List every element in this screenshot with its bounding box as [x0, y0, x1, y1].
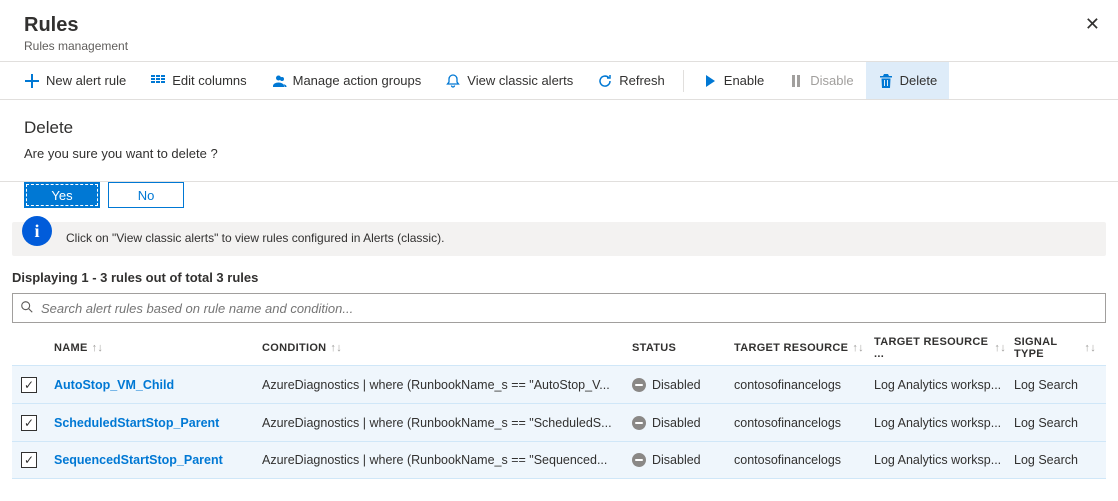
confirm-dialog: Delete Are you sure you want to delete ?	[0, 100, 1118, 182]
row-target-resource-type: Log Analytics worksp...	[874, 416, 1014, 430]
toolbar-label: Delete	[900, 73, 938, 88]
info-icon: i	[22, 216, 52, 246]
row-condition: AzureDiagnostics | where (RunbookName_s …	[262, 416, 632, 430]
table-row[interactable]: ScheduledStartStop_ParentAzureDiagnostic…	[12, 403, 1106, 441]
column-signal-type[interactable]: SIGNAL TYPE ↑↓	[1014, 336, 1104, 360]
no-button[interactable]: No	[108, 182, 184, 208]
row-target-resource: contosofinancelogs	[734, 453, 874, 467]
search-input[interactable]	[12, 293, 1106, 323]
row-status: Disabled	[632, 453, 734, 467]
dialog-message: Are you sure you want to delete ?	[24, 146, 1094, 161]
row-checkbox[interactable]	[21, 415, 37, 431]
search-wrap	[12, 293, 1106, 323]
row-checkbox-cell	[12, 452, 54, 468]
sort-icon: ↑↓	[994, 342, 1006, 354]
refresh-icon	[597, 73, 613, 89]
column-label: TARGET RESOURCE	[734, 342, 848, 354]
row-checkbox[interactable]	[21, 452, 37, 468]
columns-icon	[150, 73, 166, 89]
dialog-actions: Yes No	[0, 182, 1118, 222]
row-status: Disabled	[632, 416, 734, 430]
column-label: TARGET RESOURCE ...	[874, 336, 990, 360]
row-condition: AzureDiagnostics | where (RunbookName_s …	[262, 453, 632, 467]
column-condition[interactable]: CONDITION ↑↓	[262, 342, 632, 354]
manage-action-groups-button[interactable]: Manage action groups	[259, 62, 434, 99]
plus-icon	[24, 73, 40, 89]
page-title: Rules	[24, 14, 1094, 37]
trash-icon	[878, 73, 894, 89]
table-header: NAME ↑↓ CONDITION ↑↓ STATUS TARGET RESOURC…	[12, 331, 1106, 365]
edit-columns-button[interactable]: Edit columns	[138, 62, 258, 99]
disable-button: Disable	[776, 62, 865, 99]
table-row[interactable]: AutoStop_VM_ChildAzureDiagnostics | wher…	[12, 365, 1106, 403]
toolbar-label: Edit columns	[172, 73, 246, 88]
close-icon: ✕	[1085, 14, 1100, 34]
column-label: SIGNAL TYPE	[1014, 336, 1080, 360]
toolbar-label: View classic alerts	[467, 73, 573, 88]
toolbar-label: Enable	[724, 73, 764, 88]
close-button[interactable]: ✕	[1085, 14, 1100, 35]
people-icon	[271, 73, 287, 89]
dialog-title: Delete	[24, 118, 1094, 138]
row-signal-type: Log Search	[1014, 416, 1104, 430]
column-status[interactable]: STATUS	[632, 342, 734, 354]
toolbar-label: New alert rule	[46, 73, 126, 88]
info-text: Click on "View classic alerts" to view r…	[66, 231, 444, 245]
status-text: Disabled	[652, 378, 701, 392]
page-subtitle: Rules management	[24, 39, 1094, 53]
results-count: Displaying 1 - 3 rules out of total 3 ru…	[0, 270, 1118, 293]
sort-icon: ↑↓	[330, 342, 342, 354]
row-checkbox-cell	[12, 377, 54, 393]
disabled-status-icon	[632, 416, 646, 430]
pause-icon	[788, 73, 804, 89]
disabled-status-icon	[632, 378, 646, 392]
column-label: CONDITION	[262, 342, 326, 354]
status-text: Disabled	[652, 453, 701, 467]
column-name[interactable]: NAME ↑↓	[54, 342, 262, 354]
rules-table: NAME ↑↓ CONDITION ↑↓ STATUS TARGET RESOURC…	[12, 331, 1106, 479]
column-label: STATUS	[632, 342, 676, 354]
yes-button[interactable]: Yes	[24, 182, 100, 208]
row-name[interactable]: AutoStop_VM_Child	[54, 378, 262, 392]
sort-icon: ↑↓	[1084, 342, 1096, 354]
sort-icon: ↑↓	[92, 342, 104, 354]
bell-icon	[445, 73, 461, 89]
table-row[interactable]: SequencedStartStop_ParentAzureDiagnostic…	[12, 441, 1106, 479]
row-signal-type: Log Search	[1014, 378, 1104, 392]
row-name[interactable]: SequencedStartStop_Parent	[54, 453, 262, 467]
play-icon	[702, 73, 718, 89]
row-condition: AzureDiagnostics | where (RunbookName_s …	[262, 378, 632, 392]
toolbar: New alert rule Edit columns Manage actio…	[0, 62, 1118, 100]
search-icon	[20, 300, 34, 317]
row-name[interactable]: ScheduledStartStop_Parent	[54, 416, 262, 430]
toolbar-label: Refresh	[619, 73, 665, 88]
row-status: Disabled	[632, 378, 734, 392]
row-signal-type: Log Search	[1014, 453, 1104, 467]
toolbar-label: Disable	[810, 73, 853, 88]
refresh-button[interactable]: Refresh	[585, 62, 677, 99]
row-checkbox[interactable]	[21, 377, 37, 393]
column-label: NAME	[54, 342, 88, 354]
delete-button[interactable]: Delete	[866, 62, 950, 99]
row-target-resource-type: Log Analytics worksp...	[874, 378, 1014, 392]
column-target-resource-type[interactable]: TARGET RESOURCE ... ↑↓	[874, 336, 1014, 360]
row-target-resource-type: Log Analytics worksp...	[874, 453, 1014, 467]
status-text: Disabled	[652, 416, 701, 430]
enable-button[interactable]: Enable	[690, 62, 776, 99]
toolbar-separator	[683, 70, 684, 92]
disabled-status-icon	[632, 453, 646, 467]
sort-icon: ↑↓	[852, 342, 864, 354]
table-body: AutoStop_VM_ChildAzureDiagnostics | wher…	[12, 365, 1106, 479]
page-header: Rules Rules management ✕	[0, 0, 1118, 62]
row-target-resource: contosofinancelogs	[734, 378, 874, 392]
row-target-resource: contosofinancelogs	[734, 416, 874, 430]
info-banner: i Click on "View classic alerts" to view…	[12, 222, 1106, 256]
toolbar-label: Manage action groups	[293, 73, 422, 88]
column-target-resource[interactable]: TARGET RESOURCE ↑↓	[734, 342, 874, 354]
new-alert-rule-button[interactable]: New alert rule	[12, 62, 138, 99]
view-classic-alerts-button[interactable]: View classic alerts	[433, 62, 585, 99]
row-checkbox-cell	[12, 415, 54, 431]
